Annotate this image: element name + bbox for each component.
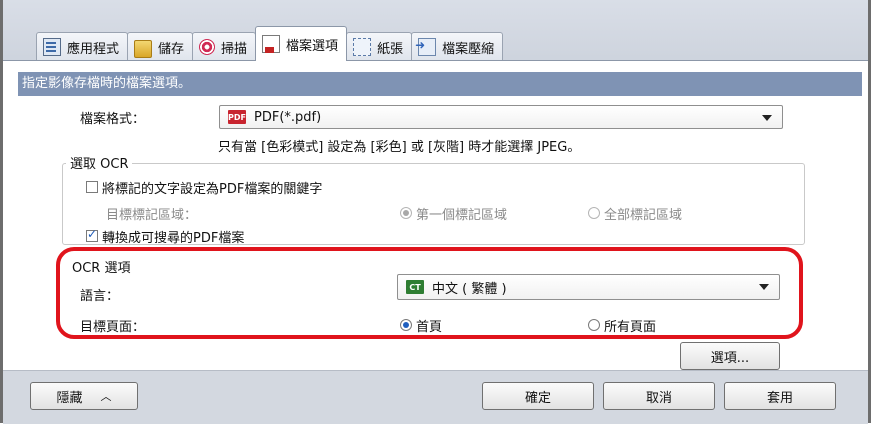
tab-scan[interactable]: 掃描 [192, 32, 257, 61]
tab-compression[interactable]: 檔案壓縮 [411, 32, 504, 61]
options-button[interactable]: 選項... [680, 342, 780, 370]
chevron-down-icon [762, 115, 772, 121]
file-options-icon [262, 35, 281, 53]
settings-window: 應用程式 儲存 掃描 檔案選項 紙張 檔案壓縮 指定影像存檔時的檔案選項。 檔案… [0, 0, 871, 424]
cancel-button[interactable]: 取消 [603, 382, 715, 410]
tab-label: 應用程式 [67, 41, 120, 57]
compression-icon [415, 38, 437, 56]
tab-label: 檔案壓縮 [442, 41, 495, 57]
first-area-label: 第一個標記區域 [416, 208, 508, 223]
tab-file-options[interactable]: 檔案選項 [255, 26, 348, 61]
keyword-checkbox[interactable] [86, 181, 98, 193]
scan-icon [199, 39, 216, 55]
tab-label: 儲存 [158, 41, 185, 57]
hide-button[interactable]: 隱藏 ︿ [30, 382, 138, 410]
file-format-value: PDF(*.pdf) [254, 109, 322, 125]
apply-button[interactable]: 套用 [724, 382, 836, 410]
select-ocr-title: 選取 OCR [66, 153, 133, 172]
tab-label: 檔案選項 [286, 38, 339, 54]
tab-label: 紙張 [377, 41, 404, 57]
tab-save[interactable]: 儲存 [127, 32, 194, 61]
hide-button-label: 隱藏 [56, 390, 83, 406]
paper-icon [353, 38, 372, 56]
searchable-pdf-label: 轉換成可搜尋的PDF檔案 [102, 231, 245, 246]
application-icon [43, 38, 61, 56]
tab-paper[interactable]: 紙張 [346, 32, 413, 61]
chevron-up-icon: ︿ [100, 390, 112, 403]
keyword-checkbox-label: 將標記的文字設定為PDF檔案的關鍵字 [102, 182, 323, 197]
tab-label: 掃描 [221, 41, 248, 57]
ok-button[interactable]: 確定 [482, 382, 594, 410]
searchable-pdf-checkbox[interactable] [86, 227, 98, 242]
file-format-select[interactable]: PDF PDF(*.pdf) [219, 105, 783, 129]
file-format-label: 檔案格式： [80, 112, 146, 127]
first-area-radio[interactable] [400, 207, 412, 219]
target-area-label: 目標標記區域： [106, 208, 198, 223]
all-areas-label: 全部標記區域 [604, 208, 683, 223]
panel-header: 指定影像存檔時的檔案選項。 [18, 72, 862, 96]
tab-strip: 應用程式 儲存 掃描 檔案選項 紙張 檔案壓縮 [36, 26, 504, 61]
pdf-icon: PDF [228, 110, 246, 124]
save-folder-icon [134, 39, 153, 58]
all-areas-radio[interactable] [588, 207, 600, 219]
jpeg-note: 只有當 [色彩模式] 設定為 [彩色] 或 [灰階] 時才能選擇 JPEG。 [218, 140, 581, 155]
tab-application[interactable]: 應用程式 [36, 32, 129, 61]
highlight-box [56, 247, 803, 339]
